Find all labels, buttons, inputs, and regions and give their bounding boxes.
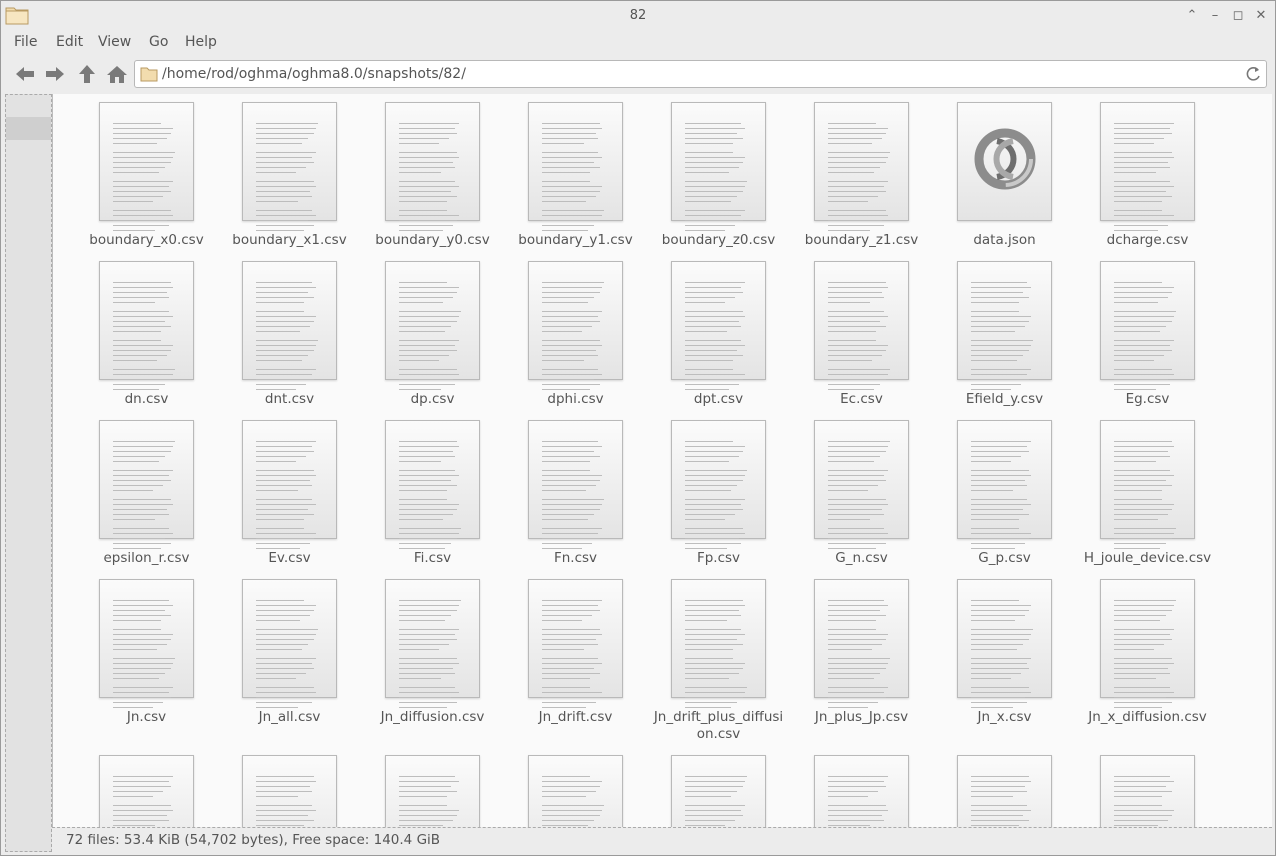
file-name: boundary_z0.csv — [661, 232, 776, 248]
up-arrow-icon[interactable] — [75, 63, 99, 85]
text-file-icon — [385, 261, 480, 390]
side-pane[interactable] — [5, 94, 52, 852]
text-file-icon — [957, 420, 1052, 549]
file-name: Ec.csv — [840, 391, 883, 407]
text-file-icon — [242, 102, 337, 231]
file-icon-view[interactable]: boundary_x0.csv boundary_x1.csv boundary_y… — [52, 94, 1272, 827]
file-name: G_n.csv — [835, 550, 888, 566]
location-path[interactable]: /home/rod/oghma/oghma8.0/snapshots/82/ — [162, 66, 466, 82]
text-file-icon — [385, 102, 480, 231]
file-name: Jn_drift_plus_diffusi on.csv — [653, 709, 784, 742]
file-name: Efield_y.csv — [965, 391, 1044, 407]
text-file-icon — [1100, 420, 1195, 549]
file-name: dphi.csv — [547, 391, 604, 407]
text-file-icon — [1100, 579, 1195, 708]
text-file-icon — [814, 420, 909, 549]
text-file-icon — [385, 420, 480, 549]
file-name: Jn.csv — [126, 709, 167, 725]
text-file-icon — [671, 102, 766, 231]
text-file-icon — [814, 579, 909, 708]
file-manager-window: 82 ⌃ – ◻ ✕ File Edit View Go Help /home/… — [0, 0, 1276, 856]
minimize-button[interactable]: – — [1206, 7, 1224, 25]
text-file-icon — [528, 579, 623, 708]
file-name: dpt.csv — [693, 391, 744, 407]
menu-edit[interactable]: Edit — [56, 34, 83, 50]
file-name: epsilon_r.csv — [103, 550, 190, 566]
reload-icon[interactable] — [1244, 64, 1262, 84]
text-file-icon — [671, 420, 766, 549]
window-title: 82 — [629, 8, 647, 23]
menu-file[interactable]: File — [14, 34, 37, 50]
text-file-icon — [242, 755, 337, 827]
file-name: G_p.csv — [978, 550, 1031, 566]
text-file-icon — [528, 102, 623, 231]
text-file-icon — [814, 755, 909, 827]
file-name: boundary_y0.csv — [375, 232, 490, 248]
file-name: dn.csv — [124, 391, 169, 407]
text-file-icon — [671, 579, 766, 708]
status-bar: 72 files: 53.4 KiB (54,702 bytes), Free … — [52, 827, 1272, 852]
file-name: boundary_y1.csv — [518, 232, 633, 248]
side-pane-selected-item[interactable] — [6, 117, 51, 140]
menu-bar: File Edit View Go Help — [1, 31, 1275, 55]
file-name: Jn_drift.csv — [538, 709, 613, 725]
file-name: Fn.csv — [553, 550, 598, 566]
file-name: dcharge.csv — [1106, 232, 1189, 248]
status-text: 72 files: 53.4 KiB (54,702 bytes), Free … — [66, 832, 441, 848]
file-name: dnt.csv — [264, 391, 315, 407]
text-file-icon — [1100, 102, 1195, 231]
text-file-icon — [528, 420, 623, 549]
text-file-icon — [671, 755, 766, 827]
file-name: data.json — [973, 232, 1036, 248]
text-file-icon — [957, 579, 1052, 708]
back-arrow-icon[interactable] — [13, 63, 37, 85]
file-name: Jn_all.csv — [258, 709, 321, 725]
text-file-icon — [242, 420, 337, 549]
maximize-button[interactable]: ◻ — [1229, 7, 1247, 25]
menu-go[interactable]: Go — [149, 34, 168, 50]
file-name: dp.csv — [410, 391, 455, 407]
text-file-icon — [957, 755, 1052, 827]
text-file-icon — [528, 755, 623, 827]
text-file-icon — [814, 261, 909, 390]
file-name: Jn_diffusion.csv — [380, 709, 485, 725]
file-name: Fi.csv — [413, 550, 452, 566]
forward-arrow-icon[interactable] — [43, 63, 67, 85]
text-file-icon — [528, 261, 623, 390]
file-name: boundary_x1.csv — [232, 232, 347, 248]
file-name: Jn_x_diffusion.csv — [1088, 709, 1207, 725]
file-name: Ev.csv — [268, 550, 311, 566]
text-file-icon — [99, 102, 194, 231]
home-icon[interactable] — [105, 63, 129, 85]
file-name: Fp.csv — [696, 550, 741, 566]
text-file-icon — [385, 755, 480, 827]
text-file-icon — [385, 579, 480, 708]
text-file-icon — [99, 579, 194, 708]
folder-icon — [140, 67, 158, 82]
text-file-icon — [1100, 755, 1195, 827]
menu-help[interactable]: Help — [185, 34, 217, 50]
text-file-icon — [1100, 261, 1195, 390]
text-file-icon — [671, 261, 766, 390]
file-name: Jn_x.csv — [977, 709, 1032, 725]
file-name: H_joule_device.csv — [1083, 550, 1212, 566]
text-file-icon — [242, 261, 337, 390]
text-file-icon — [99, 420, 194, 549]
file-name: boundary_z1.csv — [804, 232, 919, 248]
file-name: Jn_plus_Jp.csv — [814, 709, 909, 725]
json-file-icon — [957, 102, 1052, 221]
close-button[interactable]: ✕ — [1252, 7, 1270, 25]
shade-button[interactable]: ⌃ — [1183, 7, 1201, 25]
location-bar[interactable]: /home/rod/oghma/oghma8.0/snapshots/82/ — [134, 60, 1267, 88]
text-file-icon — [814, 102, 909, 231]
text-file-icon — [99, 755, 194, 827]
text-file-icon — [99, 261, 194, 390]
title-bar[interactable]: 82 ⌃ – ◻ ✕ — [1, 1, 1275, 31]
file-name: Eg.csv — [1125, 391, 1170, 407]
menu-view[interactable]: View — [98, 34, 131, 50]
file-name: boundary_x0.csv — [89, 232, 204, 248]
text-file-icon — [242, 579, 337, 708]
text-file-icon — [957, 261, 1052, 390]
